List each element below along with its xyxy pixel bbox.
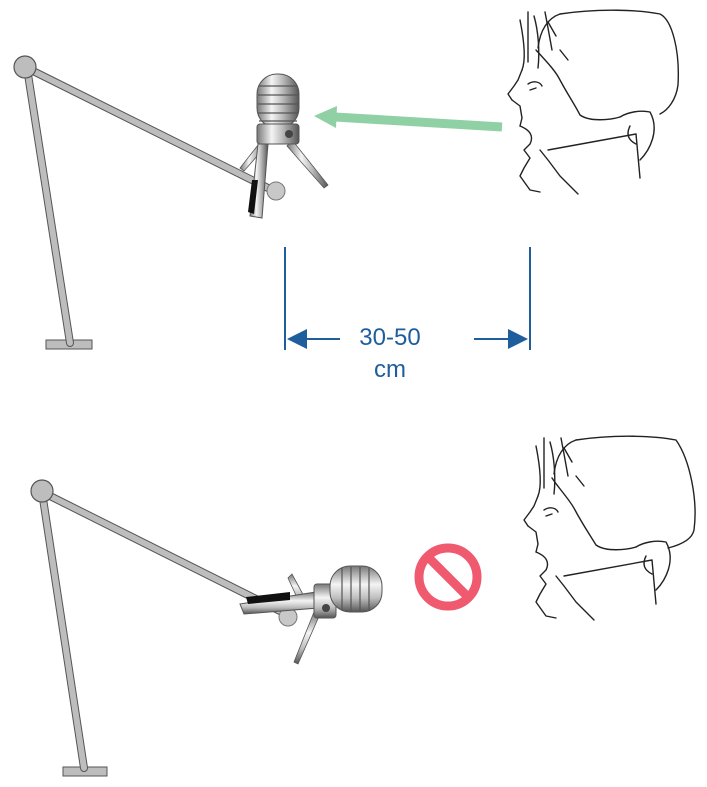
correct-setup-panel [13,9,680,350]
boom-stand-bottom [30,479,286,777]
head-profile-icon [507,9,680,195]
head-profile-icon [523,435,696,621]
mic-placement-diagram [13,9,696,777]
boom-stand-top [13,55,276,350]
prohibited-icon [414,543,482,611]
microphone-icon [239,73,329,219]
stand-joint [30,479,54,503]
microphone-icon [239,565,383,665]
incorrect-setup-panel [30,435,696,777]
sound-direction-arrow [314,106,503,132]
distance-label: 30-50 cm [340,322,440,383]
stand-joint [13,55,37,79]
